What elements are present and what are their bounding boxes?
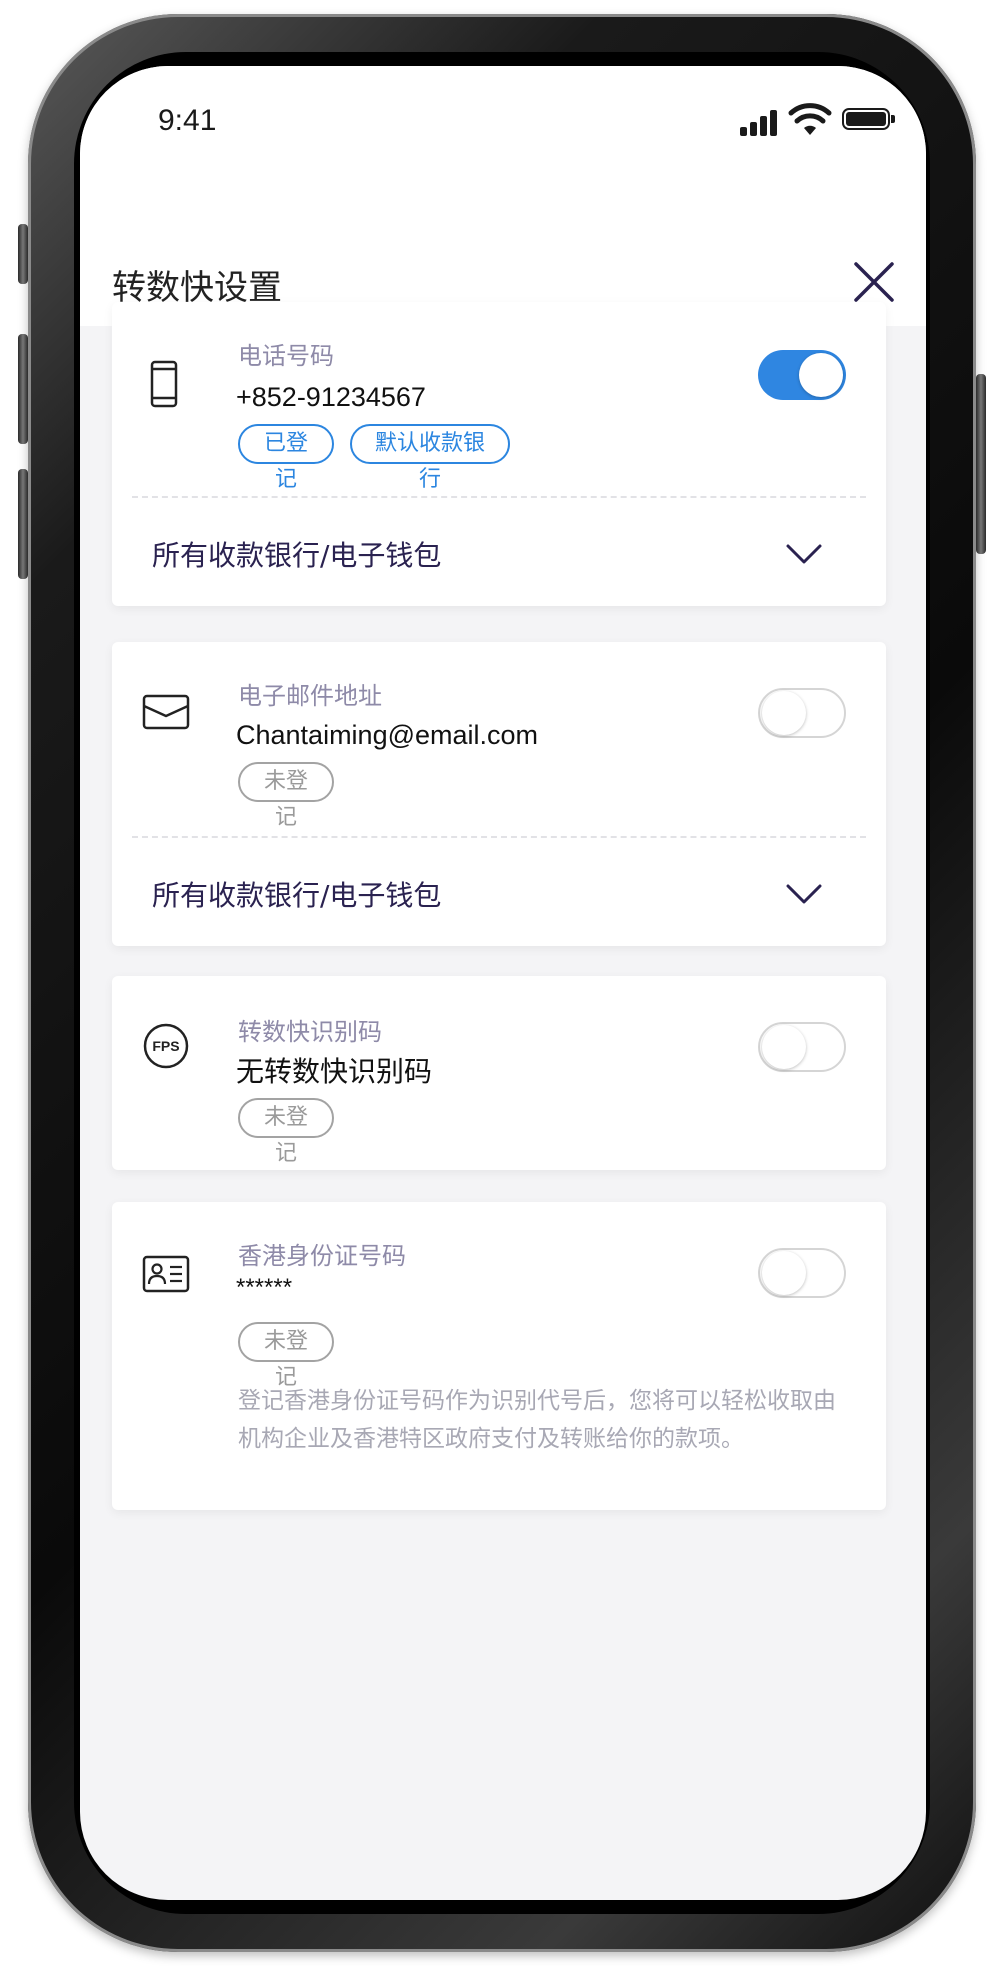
volume-down-button xyxy=(18,469,28,579)
proxy-card-fps-id: FPS 转数快识别码 无转数快识别码 未登记 xyxy=(112,976,886,1170)
email-proxy-toggle[interactable] xyxy=(758,688,846,738)
all-banks-expander[interactable]: 所有收款银行/电子钱包 xyxy=(112,498,886,608)
status-time: 9:41 xyxy=(158,104,217,137)
wifi-icon xyxy=(788,103,832,135)
close-icon[interactable] xyxy=(850,258,898,306)
toggle-knob xyxy=(762,691,806,735)
toggle-knob xyxy=(799,353,843,397)
expander-label: 所有收款银行/电子钱包 xyxy=(152,879,442,912)
mute-switch xyxy=(18,224,28,284)
phone-icon xyxy=(150,360,178,408)
phone-proxy-toggle[interactable] xyxy=(758,350,846,400)
unregistered-badge: 未登记 xyxy=(238,1098,334,1166)
unregistered-badge: 未登记 xyxy=(238,1322,334,1390)
fps-icon: FPS xyxy=(143,1023,189,1069)
unregistered-badge: 未登记 xyxy=(238,762,334,830)
proxy-value: ****** xyxy=(236,1274,293,1301)
proxy-label: 电话号码 xyxy=(238,342,334,370)
all-banks-expander[interactable]: 所有收款银行/电子钱包 xyxy=(112,838,886,948)
proxy-value: 无转数快识别码 xyxy=(236,1055,433,1088)
default-bank-badge: 默认收款银行 xyxy=(350,424,510,492)
proxy-card-phone: 电话号码 +852-91234567 已登记 默认收款银行 所有收款银行/电子钱… xyxy=(112,302,886,606)
id-card-icon xyxy=(142,1255,190,1293)
cellular-signal-icon xyxy=(740,110,780,136)
expander-label: 所有收款银行/电子钱包 xyxy=(152,539,442,572)
fps-icon-text: FPS xyxy=(152,1038,179,1054)
toggle-knob xyxy=(762,1025,806,1069)
toggle-knob xyxy=(762,1251,806,1295)
proxy-label: 电子邮件地址 xyxy=(238,682,382,710)
status-bar: 9:41 xyxy=(80,66,926,196)
proxy-value: Chantaiming@email.com xyxy=(236,720,539,750)
battery-icon xyxy=(842,108,895,130)
proxy-label: 香港身份证号码 xyxy=(238,1242,406,1270)
registered-badge: 已登记 xyxy=(238,424,334,492)
volume-up-button xyxy=(18,334,28,444)
hkid-toggle[interactable] xyxy=(758,1248,846,1298)
fps-id-toggle[interactable] xyxy=(758,1022,846,1072)
proxy-label: 转数快识别码 xyxy=(238,1018,382,1046)
chevron-down-icon xyxy=(786,544,822,564)
proxy-card-hkid: 香港身份证号码 ****** 未登记 登记香港身份证号码作为识别代号后，您将可以… xyxy=(112,1202,886,1510)
chevron-down-icon xyxy=(786,884,822,904)
screen: 9:41 转数快设置 电话号码 +852-91234567 已登记 默认收款银行… xyxy=(80,66,926,1900)
proxy-card-email: 电子邮件地址 Chantaiming@email.com 未登记 所有收款银行/… xyxy=(112,642,886,946)
power-button xyxy=(976,374,986,554)
proxy-value: +852-91234567 xyxy=(236,382,426,412)
envelope-icon xyxy=(142,694,190,730)
hkid-info-note: 登记香港身份证号码作为识别代号后，您将可以轻松收取由机构企业及香港特区政府支付及… xyxy=(238,1388,836,1452)
